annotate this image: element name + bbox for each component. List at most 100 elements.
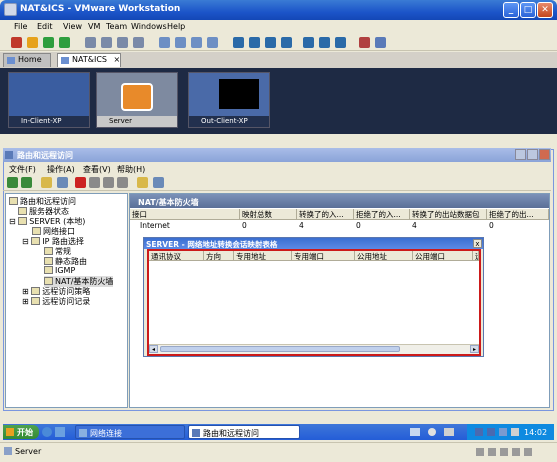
summary-icon[interactable] xyxy=(191,37,202,48)
close-button[interactable]: ✕ xyxy=(537,2,553,18)
column-translated-inbound[interactable]: 转换了的入... xyxy=(297,209,354,220)
settings-icon[interactable] xyxy=(375,37,386,48)
column-public-port[interactable]: 公用端口 xyxy=(413,251,473,261)
reset-icon[interactable] xyxy=(59,37,70,48)
task-network-connections[interactable]: 网络连接 xyxy=(75,425,185,439)
tree-item-remote-access-logging[interactable]: ⊞ 远程访问记录 xyxy=(22,296,90,307)
tree-item-igmp[interactable]: IGMP xyxy=(44,266,75,275)
menu-file[interactable]: File xyxy=(14,22,27,31)
vmware-logo-icon xyxy=(121,83,153,111)
device-icon[interactable] xyxy=(524,448,532,456)
snapshot-manager-icon[interactable] xyxy=(117,37,128,48)
desktop-quicklaunch-icon[interactable] xyxy=(55,427,65,437)
rras-close-button[interactable] xyxy=(539,149,550,160)
menu-help-cn[interactable]: 帮助(H) xyxy=(117,164,145,175)
menu-team[interactable]: Team xyxy=(106,22,127,31)
ie-quicklaunch-icon[interactable] xyxy=(42,427,52,437)
power-off-icon[interactable] xyxy=(11,37,22,48)
properties-icon[interactable] xyxy=(89,177,100,188)
view-sidebar-icon[interactable] xyxy=(281,37,292,48)
column-public-address[interactable]: 公用地址 xyxy=(355,251,413,261)
view-tabs-icon[interactable] xyxy=(265,37,276,48)
menu-file-cn[interactable]: 文件(F) xyxy=(9,164,36,175)
tab-home[interactable]: Home xyxy=(3,53,51,67)
network-icon[interactable] xyxy=(335,37,346,48)
minimize-button[interactable]: _ xyxy=(503,2,519,18)
vmware-menubar: File Edit View VM Team Windows Help xyxy=(0,20,557,35)
column-rejected-inbound[interactable]: 拒绝了的入... xyxy=(354,209,410,220)
row-translated-outbound: 4 xyxy=(412,221,417,230)
rras-maximize-button[interactable] xyxy=(527,149,538,160)
menu-edit[interactable]: Edit xyxy=(37,22,53,31)
lan-segment-icon[interactable] xyxy=(319,37,330,48)
view-icon[interactable] xyxy=(233,37,244,48)
refresh-icon[interactable] xyxy=(103,177,114,188)
console-icon[interactable] xyxy=(207,37,218,48)
forward-icon[interactable] xyxy=(21,177,32,188)
column-rejected-outbound[interactable]: 拒绝了的出... xyxy=(487,209,549,220)
team-icon[interactable] xyxy=(303,37,314,48)
thumbnail-label: In-Client-XP xyxy=(9,116,89,127)
quick-switch-icon[interactable] xyxy=(159,37,170,48)
tray-icon-2[interactable] xyxy=(428,428,436,436)
maximize-button[interactable]: □ xyxy=(520,2,536,18)
show-hide-tree-icon[interactable] xyxy=(57,177,68,188)
menu-view[interactable]: View xyxy=(63,22,82,31)
network-tray-icon[interactable] xyxy=(487,428,495,436)
clock: 14:02 xyxy=(524,428,548,437)
column-private-port[interactable]: 专用端口 xyxy=(292,251,355,261)
full-screen-icon[interactable] xyxy=(175,37,186,48)
record-icon[interactable] xyxy=(359,37,370,48)
tab-close-icon[interactable]: × xyxy=(114,55,121,64)
start-button[interactable]: 开始 xyxy=(3,425,39,439)
back-icon[interactable] xyxy=(7,177,18,188)
scrollbar-thumb[interactable] xyxy=(160,346,400,352)
scroll-left-icon[interactable]: ◂ xyxy=(149,345,158,353)
column-interface[interactable]: 接口 xyxy=(130,209,240,220)
up-folder-icon[interactable] xyxy=(41,177,52,188)
export-list-icon[interactable] xyxy=(117,177,128,188)
column-private-address[interactable]: 专用地址 xyxy=(234,251,292,261)
volume-tray-icon[interactable] xyxy=(499,428,507,436)
row-interface[interactable]: Internet xyxy=(130,221,240,231)
suspend-icon[interactable] xyxy=(27,37,38,48)
task-rras[interactable]: 路由和远程访问 xyxy=(188,425,300,439)
column-direction[interactable]: 方向 xyxy=(204,251,234,261)
rras-menubar: 文件(F) 操作(A) 查看(V) 帮助(H) xyxy=(3,162,551,175)
menu-view-cn[interactable]: 查看(V) xyxy=(83,164,111,175)
menu-help[interactable]: Help xyxy=(167,22,185,31)
home-icon xyxy=(7,57,15,64)
view-thumbnails-icon[interactable] xyxy=(249,37,260,48)
device-icon[interactable] xyxy=(512,448,520,456)
menu-action-cn[interactable]: 操作(A) xyxy=(47,164,75,175)
device-icon[interactable] xyxy=(476,448,484,456)
device-icon[interactable] xyxy=(500,448,508,456)
thumbnail-server[interactable]: Server xyxy=(96,72,178,128)
revert-snapshot-icon[interactable] xyxy=(101,37,112,48)
snapshot-icon[interactable] xyxy=(85,37,96,48)
network-connections-icon xyxy=(79,429,87,437)
delete-icon[interactable] xyxy=(75,177,86,188)
device-icon[interactable] xyxy=(488,448,496,456)
column-protocol[interactable]: 通讯协议 xyxy=(149,251,204,261)
rras-toolbar xyxy=(3,175,551,191)
column-total-mappings[interactable]: 映射总数 xyxy=(240,209,297,220)
tray-icon-1[interactable] xyxy=(410,428,420,436)
clone-icon[interactable] xyxy=(133,37,144,48)
security-tray-icon[interactable] xyxy=(511,428,519,436)
scroll-right-icon[interactable]: ▸ xyxy=(470,345,479,353)
menu-vm[interactable]: VM xyxy=(88,22,100,31)
thumbnail-out-client-xp[interactable]: Out-Client-XP xyxy=(188,72,270,128)
power-on-icon[interactable] xyxy=(43,37,54,48)
column-remote[interactable]: 远 xyxy=(473,251,479,261)
network-tray-icon[interactable] xyxy=(475,428,483,436)
dialog-close-button[interactable]: x xyxy=(473,239,482,248)
menu-windows[interactable]: Windows xyxy=(131,22,167,31)
tab-nat-ics[interactable]: NAT&ICS × xyxy=(57,53,121,67)
column-translated-outbound[interactable]: 转换了的出站数据包 xyxy=(410,209,487,220)
rras-minimize-button[interactable] xyxy=(515,149,526,160)
thumbnail-in-client-xp[interactable]: In-Client-XP xyxy=(8,72,90,128)
view-icon[interactable] xyxy=(153,177,164,188)
tray-icon-3[interactable] xyxy=(444,428,454,436)
help-icon[interactable] xyxy=(137,177,148,188)
